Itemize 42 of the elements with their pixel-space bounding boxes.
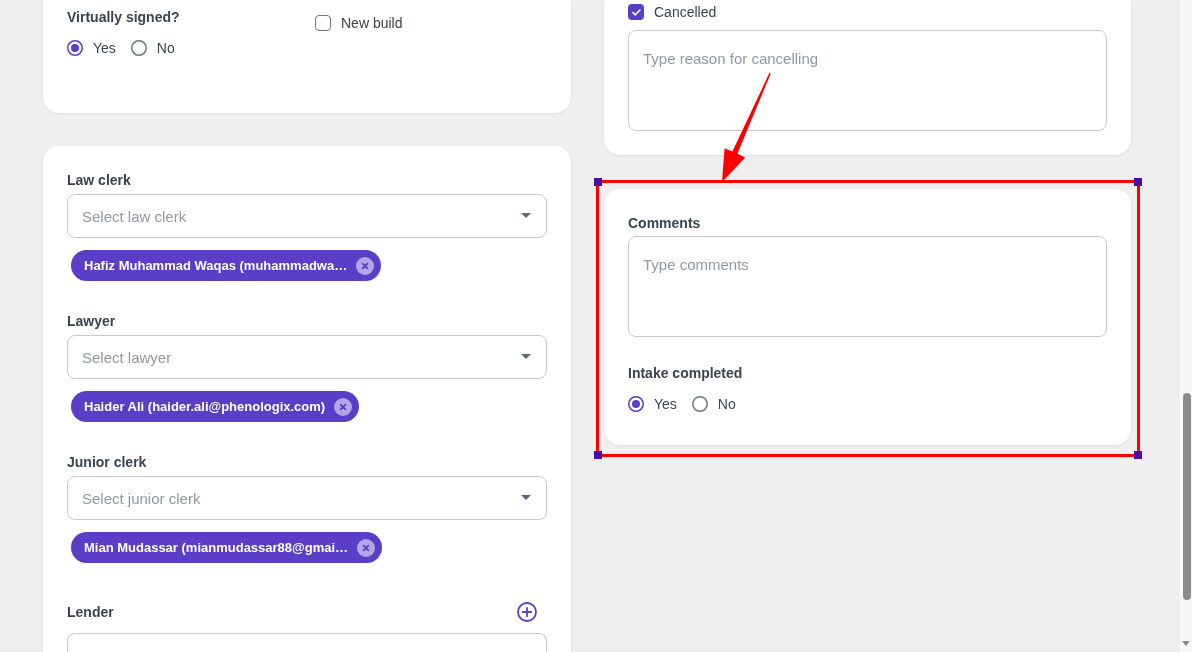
caret-icon[interactable] <box>521 354 531 359</box>
comments-field[interactable]: Type comments <box>628 236 1107 337</box>
checkbox[interactable] <box>315 15 331 31</box>
radio-button[interactable] <box>628 396 644 412</box>
field-label: Junior clerk <box>67 453 147 472</box>
cancel-reason-field[interactable]: Type reason for cancelling <box>628 30 1107 131</box>
field-label: Lender <box>67 603 114 622</box>
field-label: Virtually signed? <box>67 8 180 27</box>
selection-handle <box>594 178 602 186</box>
chip-label: Haider Ali (haider.ali@phenologix.com) <box>84 397 326 416</box>
radio-button[interactable] <box>67 40 83 56</box>
select-field[interactable]: Select lawyer <box>67 335 547 379</box>
selection-handle <box>594 451 602 459</box>
select-field[interactable] <box>67 633 547 652</box>
radio-button[interactable] <box>130 40 147 56</box>
field-label: Intake completed <box>628 364 743 383</box>
scroll-down-icon[interactable] <box>1182 641 1190 646</box>
add-icon[interactable] <box>517 602 537 622</box>
chip-label: Mian Mudassar (mianmudassar88@gmai… <box>84 538 349 557</box>
scrollbar-thumb[interactable] <box>1183 393 1191 600</box>
chip-label: Hafiz Muhammad Waqas (muhammadwa… <box>84 256 348 275</box>
check-icon <box>631 8 641 16</box>
field-label: Comments <box>628 214 701 233</box>
close-icon[interactable] <box>357 538 376 557</box>
option-label: Yes <box>654 395 677 414</box>
checkbox-label: New build <box>341 14 403 33</box>
close-icon[interactable] <box>356 256 375 275</box>
option-label: No <box>156 39 175 58</box>
option-label: No <box>717 395 736 414</box>
field-label: Law clerk <box>67 171 131 190</box>
checkbox-label: Cancelled <box>654 3 717 22</box>
field-label: Lawyer <box>67 312 116 331</box>
selection-handle <box>1134 451 1142 459</box>
radio-button[interactable] <box>691 396 708 412</box>
caret-icon[interactable] <box>521 213 531 218</box>
selection-handle <box>1134 178 1142 186</box>
select-field[interactable]: Select junior clerk <box>67 476 547 520</box>
option-label: Yes <box>93 39 116 58</box>
close-icon[interactable] <box>334 397 353 416</box>
checkbox[interactable] <box>628 4 644 20</box>
select-field[interactable]: Select law clerk <box>67 194 547 238</box>
caret-icon[interactable] <box>521 495 531 500</box>
